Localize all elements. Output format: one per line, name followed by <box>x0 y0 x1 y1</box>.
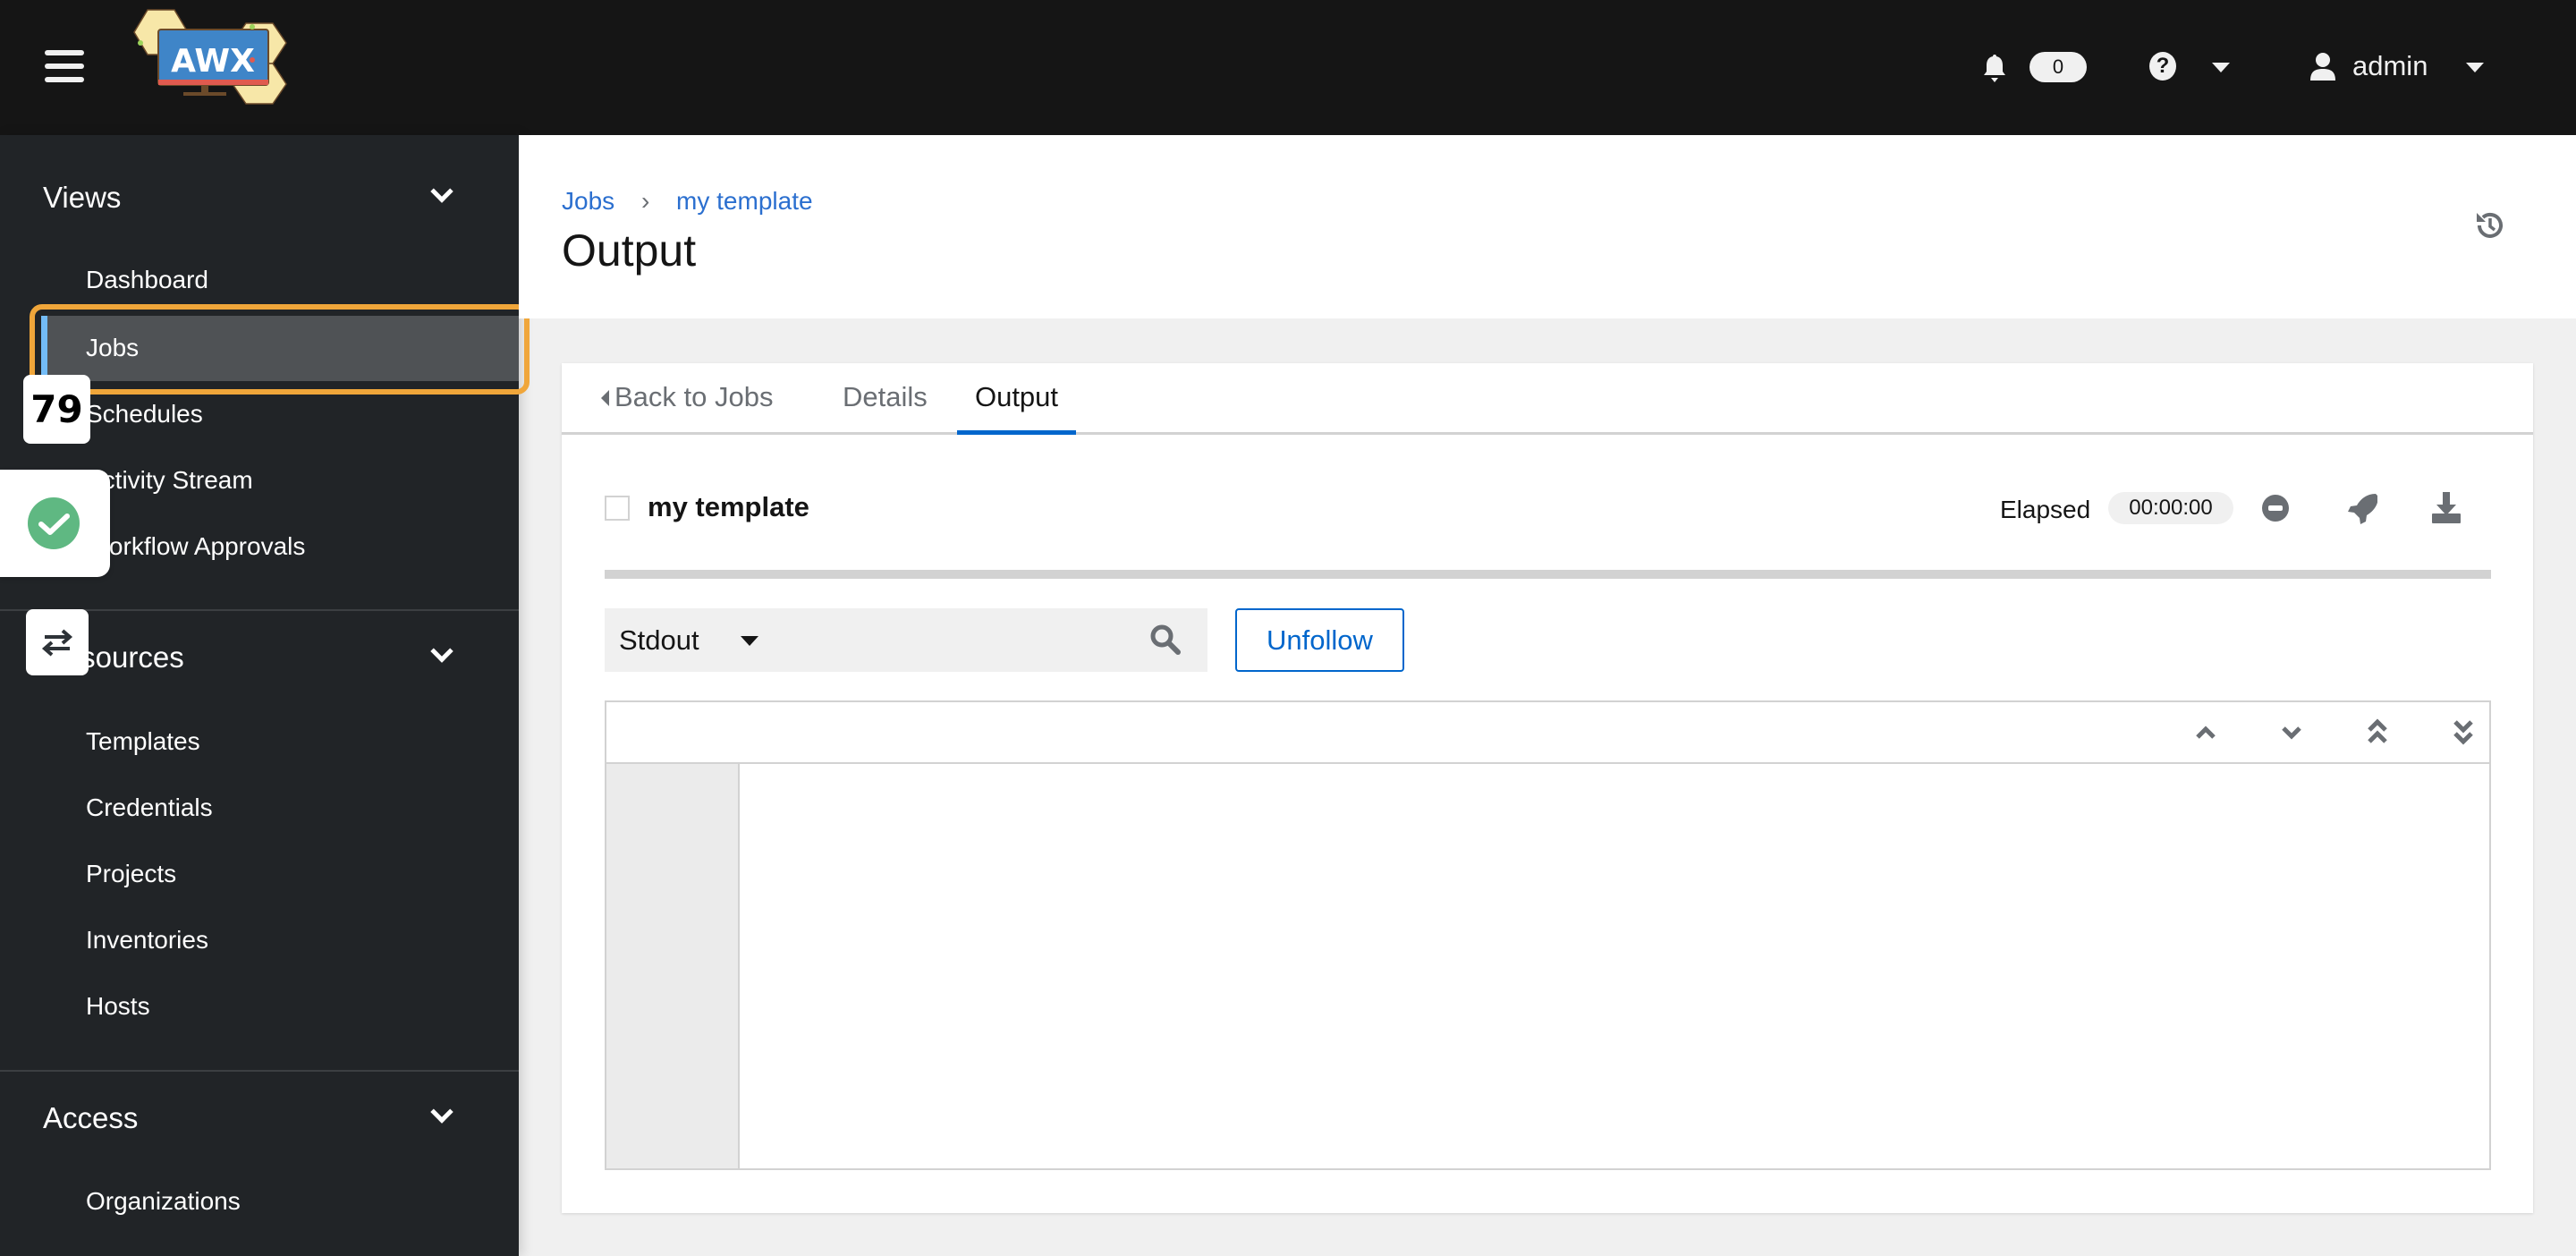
cancel-job-icon[interactable] <box>2261 494 2290 522</box>
sidebar-item-templates[interactable]: Templates <box>86 727 200 756</box>
chevron-down-icon <box>430 1100 453 1124</box>
sidebar-item-projects[interactable]: Projects <box>86 860 176 888</box>
tab-details[interactable]: Details <box>843 381 928 413</box>
scroll-previous-icon[interactable] <box>2195 724 2216 742</box>
user-menu-button[interactable]: admin <box>2308 48 2487 84</box>
caret-down-icon <box>741 636 758 646</box>
username: admin <box>2352 50 2428 81</box>
user-icon <box>2310 53 2335 81</box>
relaunch-rocket-icon[interactable] <box>2347 492 2377 524</box>
output-filter-select[interactable]: Stdout <box>605 608 1208 672</box>
download-icon[interactable] <box>2431 492 2462 524</box>
bell-icon <box>1984 55 2005 82</box>
awx-logo[interactable]: AWX <box>130 5 309 131</box>
job-progress-bar <box>605 570 2491 579</box>
unfollow-button[interactable]: Unfollow <box>1235 608 1404 672</box>
elapsed-label: Elapsed <box>2000 496 2091 523</box>
step-counter-badge: 79 <box>23 375 90 444</box>
help-icon: ? <box>2149 52 2176 81</box>
search-icon[interactable] <box>1150 624 1181 655</box>
output-toolbar <box>606 702 2489 764</box>
job-name: my template <box>648 491 809 522</box>
swap-button[interactable] <box>26 609 89 675</box>
breadcrumb: Jobs › my template <box>562 187 813 216</box>
history-icon[interactable] <box>2474 209 2506 242</box>
sidebar-nav: Views Dashboard Jobs Schedules Activity … <box>0 135 530 1256</box>
tab-bar: Back to Jobs Details Output <box>562 363 2533 435</box>
breadcrumb-jobs-link[interactable]: Jobs <box>562 187 614 215</box>
highlight-box <box>30 304 530 395</box>
help-menu-button[interactable]: ? <box>2149 52 2239 84</box>
check-circle-icon <box>28 497 80 549</box>
success-indicator <box>0 470 110 577</box>
job-output-card: Back to Jobs Details Output my template … <box>562 363 2533 1213</box>
logo-text: AWX <box>171 43 255 80</box>
chevron-right-icon: › <box>640 187 650 215</box>
output-panel <box>605 700 2491 1170</box>
swap-arrows-icon <box>41 629 73 657</box>
sidebar-item-credentials[interactable]: Credentials <box>86 793 213 822</box>
hamburger-menu-icon[interactable] <box>45 50 84 82</box>
top-bar: AWX 0 ? admin <box>0 0 2576 135</box>
breadcrumb-current[interactable]: my template <box>676 187 813 215</box>
sidebar-item-dashboard[interactable]: Dashboard <box>86 266 208 294</box>
scroll-next-icon[interactable] <box>2281 724 2302 742</box>
scroll-last-icon[interactable] <box>2453 718 2474 745</box>
elapsed-time-badge: 00:00:00 <box>2108 492 2233 524</box>
output-content[interactable] <box>741 764 2489 1168</box>
sidebar-item-workflow-approvals[interactable]: Workflow Approvals <box>86 532 305 561</box>
caret-down-icon <box>2212 63 2230 72</box>
notification-count-badge: 0 <box>2029 52 2087 82</box>
chevron-down-icon <box>430 180 453 203</box>
line-number-gutter <box>606 764 740 1168</box>
chevron-down-icon <box>430 640 453 663</box>
sidebar-item-inventories[interactable]: Inventories <box>86 926 208 955</box>
sidebar-item-hosts[interactable]: Hosts <box>86 992 150 1021</box>
scroll-first-icon[interactable] <box>2367 718 2388 745</box>
sidebar-item-schedules[interactable]: Schedules <box>86 400 203 429</box>
divider <box>0 1070 519 1072</box>
sidebar-item-organizations[interactable]: Organizations <box>86 1187 241 1216</box>
tab-output[interactable]: Output <box>957 363 1076 435</box>
sidebar-item-activity-stream[interactable]: Activity Stream <box>86 466 253 495</box>
caret-left-icon <box>601 390 609 406</box>
notifications-button[interactable]: 0 <box>1981 52 2089 84</box>
tab-back-to-jobs[interactable]: Back to Jobs <box>601 381 773 413</box>
page-title: Output <box>562 225 697 276</box>
job-status-checkbox[interactable] <box>605 496 630 521</box>
caret-down-icon <box>2466 63 2484 72</box>
page-header: Jobs › my template Output <box>519 135 2576 318</box>
